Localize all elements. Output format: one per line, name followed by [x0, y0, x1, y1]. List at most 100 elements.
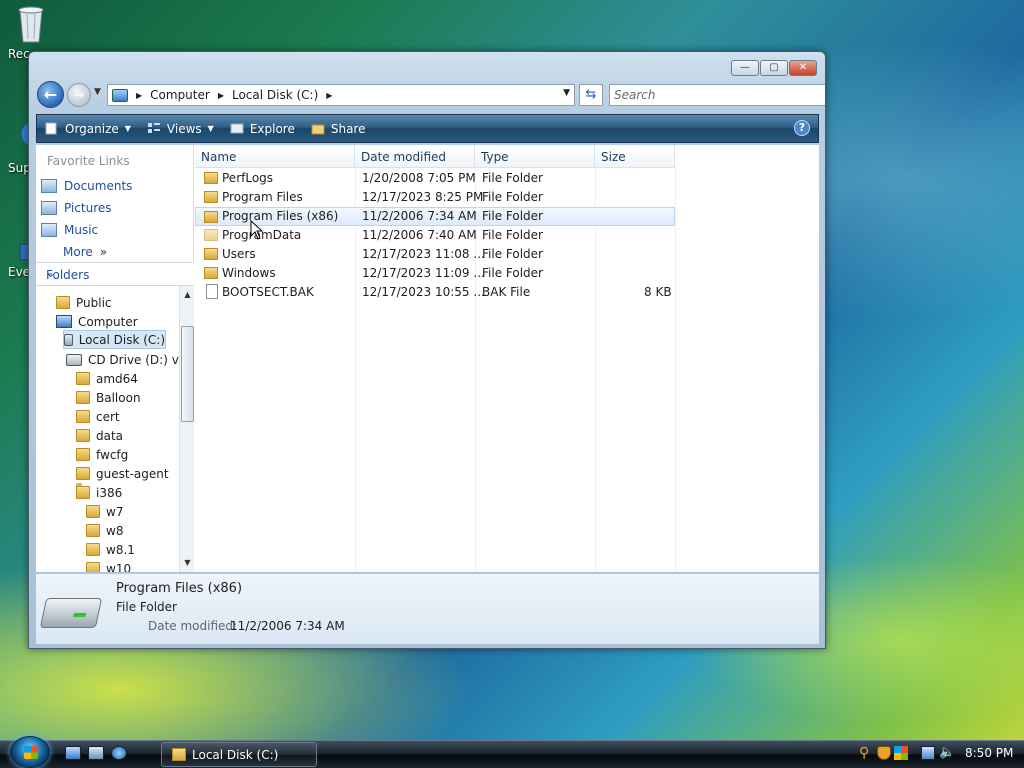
tree-item-i386[interactable]: i386: [76, 483, 122, 502]
file-date: 12/17/2023 11:08 ...: [362, 247, 485, 261]
windows-update-icon[interactable]: [894, 746, 908, 760]
tree-item-label: w7: [106, 504, 124, 519]
favorite-music[interactable]: Music: [41, 223, 98, 237]
tree-item-label: Computer: [78, 314, 138, 329]
address-bar[interactable]: ▶ Computer ▶ Local Disk (C:) ▶ ▼: [107, 84, 575, 106]
organize-button[interactable]: Organize ▼: [37, 115, 139, 142]
column-header-name[interactable]: Name: [195, 145, 355, 168]
tree-item-amd64[interactable]: amd64: [76, 369, 138, 388]
network-icon[interactable]: [921, 746, 935, 760]
favorite-more-label: More: [63, 245, 93, 259]
minimize-button[interactable]: —: [731, 60, 759, 76]
breadcrumb-separator-icon[interactable]: ▶: [326, 91, 332, 100]
search-input[interactable]: [614, 86, 814, 104]
file-name: Program Files: [222, 190, 303, 204]
system-clock[interactable]: 8:50 PM: [965, 746, 1013, 760]
file-type: File Folder: [482, 247, 543, 261]
cd-drive-icon: [66, 353, 82, 366]
tree-item-public[interactable]: Public: [56, 293, 112, 312]
details-modified-label: Date modified:: [148, 619, 238, 633]
file-row[interactable]: Users 12/17/2023 11:08 ... File Folder: [195, 245, 675, 264]
column-header-type[interactable]: Type: [475, 145, 595, 168]
column-header-date-modified[interactable]: Date modified: [355, 145, 475, 168]
tree-item-balloon[interactable]: Balloon: [76, 388, 141, 407]
views-button[interactable]: Views ▼: [139, 115, 222, 142]
open-folder-icon: [76, 483, 90, 499]
breadcrumb-separator-icon[interactable]: ▶: [136, 91, 142, 100]
address-dropdown-icon[interactable]: ▼: [563, 88, 570, 98]
folder-icon: [76, 467, 90, 480]
forward-button[interactable]: →: [67, 83, 91, 107]
favorite-more[interactable]: More »: [63, 245, 107, 259]
start-button[interactable]: [10, 736, 50, 768]
file-size: 8 KB: [644, 285, 672, 299]
internet-explorer-icon[interactable]: [111, 746, 127, 760]
column-header-size[interactable]: Size: [595, 145, 675, 168]
recycle-bin-icon: [18, 6, 44, 43]
favorite-music-label: Music: [64, 223, 99, 237]
mouse-cursor-icon: [250, 220, 264, 240]
tree-item-data[interactable]: data: [76, 426, 123, 445]
breadcrumb-computer[interactable]: Computer: [150, 88, 210, 102]
switch-windows-icon[interactable]: [88, 746, 104, 760]
tree-item-w7[interactable]: w7: [86, 502, 123, 521]
favorite-documents[interactable]: Documents: [41, 179, 132, 193]
favorite-pictures[interactable]: Pictures: [41, 201, 112, 215]
recent-pages-dropdown[interactable]: ▼: [94, 87, 101, 97]
share-button[interactable]: Share: [303, 115, 374, 142]
folder-tree-scrollbar[interactable]: ▲ ▼: [179, 286, 194, 572]
tree-item-label: Public: [76, 295, 112, 310]
scroll-thumb[interactable]: [181, 326, 194, 422]
tree-item-label: i386: [96, 485, 123, 500]
file-row[interactable]: ProgramData 11/2/2006 7:40 AM File Folde…: [195, 226, 675, 245]
scroll-down-icon[interactable]: ▼: [180, 556, 195, 570]
tree-item-label: guest-agent: [96, 466, 169, 481]
file-name: BOOTSECT.BAK: [222, 285, 314, 299]
back-button[interactable]: ←: [37, 81, 64, 108]
folders-header[interactable]: Folders ⌄: [36, 262, 194, 286]
file-row[interactable]: Windows 12/17/2023 11:09 ... File Folder: [195, 264, 675, 283]
tree-item-guest-agent[interactable]: guest-agent: [76, 464, 169, 483]
tree-item-w8[interactable]: w8: [86, 521, 123, 540]
refresh-button[interactable]: ⇆: [579, 84, 603, 106]
security-shield-icon[interactable]: [877, 746, 891, 760]
folder-icon: [56, 296, 70, 309]
tree-item-w10[interactable]: w10: [86, 559, 131, 572]
tree-item-label: data: [96, 428, 124, 443]
breadcrumb-local-disk[interactable]: Local Disk (C:): [232, 88, 318, 102]
volume-muted-icon[interactable]: 🔈: [939, 746, 955, 760]
tree-item-local-disk[interactable]: Local Disk (C:): [63, 330, 166, 349]
tree-item-cd-drive[interactable]: CD Drive (D:) virt: [66, 350, 179, 369]
help-icon[interactable]: ?: [794, 120, 810, 136]
scroll-up-icon[interactable]: ▲: [180, 288, 195, 302]
show-desktop-icon[interactable]: [65, 746, 81, 760]
details-modified-value: 11/2/2006 7:34 AM: [230, 619, 345, 633]
file-date: 12/17/2023 10:55 ...: [362, 285, 485, 299]
taskbar-button-local-disk[interactable]: Local Disk (C:): [161, 742, 317, 767]
maximize-button[interactable]: ▢: [760, 60, 788, 76]
file-type: BAK File: [482, 285, 531, 299]
address-row: ← → ▼ ▶ Computer ▶ Local Disk (C:) ▶ ▼ ⇆…: [37, 81, 825, 109]
search-box: ⚲: [609, 84, 825, 106]
tree-item-cert[interactable]: cert: [76, 407, 120, 426]
search-icon[interactable]: ⚲: [859, 746, 873, 760]
file-type: File Folder: [482, 209, 543, 223]
file-row[interactable]: Program Files 12/17/2023 8:25 PM File Fo…: [195, 188, 675, 207]
file-icon: [206, 284, 218, 299]
tree-item-fwcfg[interactable]: fwcfg: [76, 445, 128, 464]
tree-item-w8-1[interactable]: w8.1: [86, 540, 135, 559]
file-row[interactable]: BOOTSECT.BAK 12/17/2023 10:55 ... BAK Fi…: [195, 283, 675, 302]
back-arrow-icon: ←: [43, 85, 58, 104]
breadcrumb-separator-icon[interactable]: ▶: [218, 91, 224, 100]
organize-label: Organize: [65, 121, 119, 136]
file-row-hovered[interactable]: Program Files (x86) 11/2/2006 7:34 AM Fi…: [195, 207, 675, 226]
tree-item-computer[interactable]: Computer: [56, 312, 138, 331]
file-name: Program Files (x86): [222, 209, 339, 223]
folder-icon: [204, 172, 218, 184]
close-button[interactable]: ✕: [789, 60, 817, 76]
explore-button[interactable]: Explore: [222, 115, 303, 142]
file-type: File Folder: [482, 228, 543, 242]
file-row[interactable]: PerfLogs 1/20/2008 7:05 PM File Folder: [195, 169, 675, 188]
folder-icon: [86, 524, 100, 537]
folder-icon: [172, 748, 186, 761]
